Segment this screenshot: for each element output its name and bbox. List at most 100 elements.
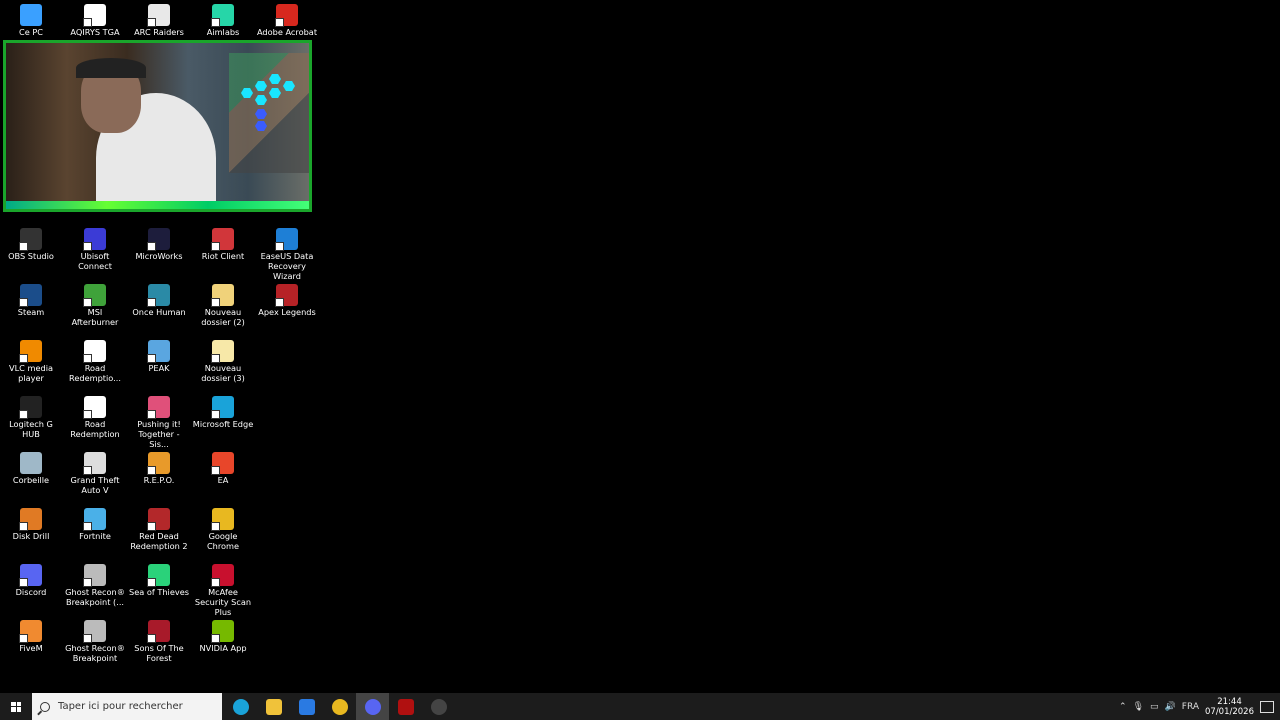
- desktop-icon-label: Discord: [15, 587, 47, 597]
- desktop-icon[interactable]: FiveM: [0, 620, 62, 653]
- obs-icon: [430, 698, 447, 715]
- desktop-icon[interactable]: Red Dead Redemption 2: [128, 508, 190, 551]
- desktop-icon-label: Ghost Recon® Breakpoint: [65, 643, 125, 663]
- aqirys-icon: [83, 4, 106, 27]
- desktop-icon-label: Disk Drill: [12, 531, 50, 541]
- desktop-icon-label: Ce PC: [18, 27, 43, 37]
- shortcut-arrow-icon: [211, 242, 220, 251]
- shortcut-arrow-icon: [275, 18, 284, 27]
- desktop-icon-label: Red Dead Redemption 2: [130, 531, 188, 551]
- shortcut-arrow-icon: [19, 410, 28, 419]
- webcam-overlay: [3, 40, 312, 212]
- desktop-icon[interactable]: NVIDIA App: [192, 620, 254, 653]
- gta-icon: [83, 452, 106, 475]
- network-icon[interactable]: ▭: [1150, 702, 1159, 712]
- desktop-icon[interactable]: Nouveau dossier (3): [192, 340, 254, 383]
- desktop-icon[interactable]: EaseUS Data Recovery Wizard: [256, 228, 318, 281]
- taskbar-app-voicemeeter[interactable]: [389, 693, 422, 720]
- desktop-icon[interactable]: Google Chrome: [192, 508, 254, 551]
- desktop-icon-label: Sea of Thieves: [129, 587, 189, 597]
- desktop-icon[interactable]: Microsoft Edge: [192, 396, 254, 429]
- desktop-icon[interactable]: Sea of Thieves: [128, 564, 190, 597]
- desktop-icon[interactable]: Adobe Acrobat: [256, 4, 318, 37]
- desktop-icon[interactable]: Disk Drill: [0, 508, 62, 541]
- riot-icon: [211, 228, 234, 251]
- wall-pattern: [229, 53, 309, 173]
- ghost-recon-icon: [83, 620, 106, 643]
- desktop-icon-label: Once Human: [132, 307, 186, 317]
- language-indicator[interactable]: FRA: [1182, 702, 1199, 712]
- desktop-icon[interactable]: EA: [192, 452, 254, 485]
- taskbar-app-discord[interactable]: [356, 693, 389, 720]
- desktop-icon-label: VLC media player: [9, 363, 53, 383]
- vlc-icon: [19, 340, 42, 363]
- taskbar-app-chrome[interactable]: [323, 693, 356, 720]
- notification-icon[interactable]: [1260, 700, 1274, 713]
- fivem-icon: [19, 620, 42, 643]
- desktop-icon[interactable]: R.E.P.O.: [128, 452, 190, 485]
- easeus-icon: [275, 228, 298, 251]
- desktop-icon[interactable]: Pushing it! Together - Sis...: [128, 396, 190, 449]
- desktop-icon[interactable]: Discord: [0, 564, 62, 597]
- shortcut-arrow-icon: [83, 578, 92, 587]
- desktop-icon[interactable]: Grand Theft Auto V: [64, 452, 126, 495]
- desktop-icon[interactable]: Aimlabs: [192, 4, 254, 37]
- desktop-icon-label: Pushing it! Together - Sis...: [137, 419, 181, 449]
- search-box[interactable]: Taper ici pour rechercher: [32, 693, 222, 720]
- desktop-icon[interactable]: Ghost Recon® Breakpoint (...: [64, 564, 126, 607]
- shortcut-arrow-icon: [211, 634, 220, 643]
- desktop-icon[interactable]: Road Redemptio...: [64, 340, 126, 383]
- chevron-up-icon[interactable]: ⌃: [1119, 702, 1127, 712]
- desktop-icon[interactable]: Fortnite: [64, 508, 126, 541]
- search-icon: [40, 701, 50, 712]
- taskbar-app-obs[interactable]: [422, 693, 455, 720]
- repo-icon: [147, 452, 170, 475]
- shortcut-arrow-icon: [83, 298, 92, 307]
- windows-icon: [11, 701, 21, 712]
- desktop-icon[interactable]: Ghost Recon® Breakpoint: [64, 620, 126, 663]
- desktop-icon[interactable]: PEAK: [128, 340, 190, 373]
- desktop-icon[interactable]: Nouveau dossier (2): [192, 284, 254, 327]
- desktop-icon[interactable]: MicroWorks: [128, 228, 190, 261]
- shortcut-arrow-icon: [147, 298, 156, 307]
- desktop-icon-label: Aimlabs: [206, 27, 240, 37]
- desktop-icon[interactable]: Apex Legends: [256, 284, 318, 317]
- taskbar-app-explorer[interactable]: [257, 693, 290, 720]
- shortcut-arrow-icon: [83, 466, 92, 475]
- desktop-icon[interactable]: OBS Studio: [0, 228, 62, 261]
- desktop-icon[interactable]: Corbeille: [0, 452, 62, 485]
- desktop-icon[interactable]: McAfee Security Scan Plus: [192, 564, 254, 617]
- desktop-icon[interactable]: Ce PC: [0, 4, 62, 37]
- desktop-icon-label: FiveM: [19, 643, 43, 653]
- taskbar-app-edge[interactable]: [224, 693, 257, 720]
- desktop-icon-label: Ubisoft Connect: [78, 251, 112, 271]
- desktop-icon[interactable]: ARC Raiders: [128, 4, 190, 37]
- search-placeholder: Taper ici pour rechercher: [58, 701, 183, 712]
- desktop-icon-label: Fortnite: [79, 531, 111, 541]
- desktop-icon[interactable]: VLC media player: [0, 340, 62, 383]
- shortcut-arrow-icon: [19, 298, 28, 307]
- start-button[interactable]: [0, 693, 32, 720]
- desktop-icon-label: MicroWorks: [135, 251, 183, 261]
- folder-icon: [211, 284, 234, 307]
- desktop-icon[interactable]: Steam: [0, 284, 62, 317]
- clock[interactable]: 21:44 07/01/2026: [1205, 697, 1254, 717]
- desktop-icon-label: EA: [217, 475, 229, 485]
- volume-icon[interactable]: 🔊: [1165, 702, 1176, 712]
- steam-icon: [19, 284, 42, 307]
- desktop-icon-label: Ghost Recon® Breakpoint (...: [65, 587, 125, 607]
- desktop-icon[interactable]: AQIRYS TGA: [64, 4, 126, 37]
- taskbar-app-store[interactable]: [290, 693, 323, 720]
- shortcut-arrow-icon: [211, 466, 220, 475]
- desktop-icon[interactable]: Riot Client: [192, 228, 254, 261]
- shortcut-arrow-icon: [147, 18, 156, 27]
- ea-icon: [211, 452, 234, 475]
- desktop-icon[interactable]: MSI Afterburner: [64, 284, 126, 327]
- microphone-icon[interactable]: 🎙: [1133, 702, 1144, 712]
- desktop-icon[interactable]: Road Redemption: [64, 396, 126, 439]
- desktop-icon-label: MSI Afterburner: [71, 307, 119, 327]
- desktop-icon[interactable]: Ubisoft Connect: [64, 228, 126, 271]
- desktop-icon[interactable]: Logitech G HUB: [0, 396, 62, 439]
- desktop-icon[interactable]: Sons Of The Forest: [128, 620, 190, 663]
- desktop-icon[interactable]: Once Human: [128, 284, 190, 317]
